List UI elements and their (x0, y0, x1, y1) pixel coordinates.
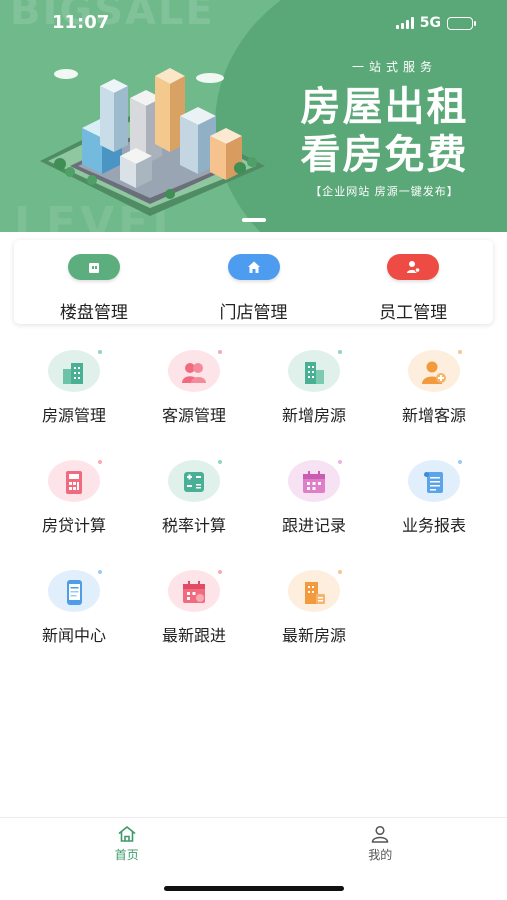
news-phone-icon (48, 570, 102, 612)
grid-item-label: 业务报表 (401, 516, 466, 535)
grid-item-label: 房贷计算 (41, 516, 106, 535)
grid-item-label: 税率计算 (161, 516, 226, 535)
tax-calculator-icon (168, 460, 222, 502)
top-menu-card: 楼盘管理 门店管理 员工管理 (14, 240, 493, 324)
grid-item-mortgage-calculator[interactable]: 房贷计算 (14, 460, 134, 536)
promo-banner[interactable]: BIGSALE LEVEL 11:07 5G 一站式服务 房屋出租 看房免费 【… (0, 0, 507, 232)
banner-subtitle: 一站式服务 (351, 60, 437, 74)
top-menu-employee-management[interactable]: 员工管理 (333, 240, 493, 324)
latest-followup-icon (168, 570, 222, 612)
status-bar: 11:07 5G (0, 0, 507, 46)
grid-item-add-listing[interactable]: 新增房源 (254, 350, 374, 426)
network-label: 5G (419, 15, 441, 31)
home-icon (118, 826, 136, 842)
grid-item-listing-management[interactable]: 房源管理 (14, 350, 134, 426)
top-menu-building-management[interactable]: 楼盘管理 (14, 240, 174, 324)
follow-up-calendar-icon (288, 460, 342, 502)
banner-footer: 【企业网站 房源一键发布】 (310, 185, 459, 198)
tab-profile-label: 我的 (368, 848, 393, 862)
status-time: 11:07 (52, 12, 110, 33)
banner-title-line2: 看房免费 (300, 132, 469, 178)
grid-item-label: 最新跟进 (161, 626, 226, 645)
top-menu-label: 楼盘管理 (59, 303, 128, 323)
grid-item-tax-calculator[interactable]: 税率计算 (134, 460, 254, 536)
add-customer-icon (408, 350, 462, 392)
battery-icon (447, 16, 476, 30)
banner-page-indicator[interactable] (242, 218, 266, 222)
grid-item-label: 跟进记录 (281, 516, 346, 535)
profile-icon (372, 825, 389, 843)
buildings-icon (48, 350, 102, 392)
grid-item-add-customer[interactable]: 新增客源 (374, 350, 494, 426)
signal-icon (395, 17, 414, 29)
latest-listing-icon (288, 570, 342, 612)
building-icon (67, 254, 120, 280)
grid-item-label: 新增房源 (281, 406, 346, 425)
grid-item-label: 新增客源 (401, 406, 466, 425)
city-illustration-icon (40, 68, 265, 216)
top-menu-label: 员工管理 (379, 303, 448, 323)
mortgage-calculator-icon (48, 460, 102, 502)
add-building-icon (288, 350, 342, 392)
top-menu-store-management[interactable]: 门店管理 (174, 240, 334, 324)
house-icon (227, 254, 280, 280)
tab-home-label: 首页 (114, 848, 139, 862)
customers-icon (168, 350, 222, 392)
top-menu-label: 门店管理 (219, 303, 288, 323)
grid-item-news-center[interactable]: 新闻中心 (14, 570, 134, 646)
banner-title-line1: 房屋出租 (300, 84, 469, 130)
banner-text: 一站式服务 房屋出租 看房免费 【企业网站 房源一键发布】 (272, 58, 497, 199)
grid-item-latest-follow-up[interactable]: 最新跟进 (134, 570, 254, 646)
report-scroll-icon (408, 460, 462, 502)
grid-item-label: 最新房源 (281, 626, 346, 645)
grid-item-label: 客源管理 (161, 406, 226, 425)
status-indicators: 5G (395, 15, 476, 31)
employee-icon (387, 254, 440, 280)
grid-item-latest-listings[interactable]: 最新房源 (254, 570, 374, 646)
grid-item-label: 房源管理 (41, 406, 106, 425)
grid-item-follow-up-records[interactable]: 跟进记录 (254, 460, 374, 536)
grid-item-business-report[interactable]: 业务报表 (374, 460, 494, 536)
grid-item-label: 新闻中心 (41, 626, 106, 645)
function-grid: 房源管理 客源管理 新增房源 新增客源 房贷计算 税率计算 跟进记录 业务报表 … (14, 350, 494, 646)
home-indicator[interactable] (164, 886, 344, 891)
grid-item-customer-management[interactable]: 客源管理 (134, 350, 254, 426)
